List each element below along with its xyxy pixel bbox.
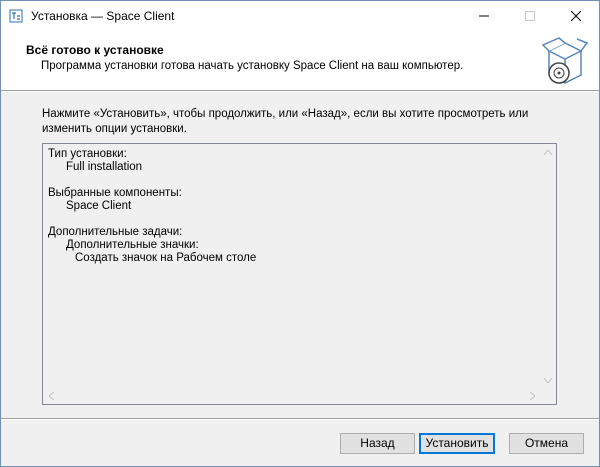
scroll-corner	[540, 388, 556, 404]
horizontal-scrollbar[interactable]	[43, 388, 540, 404]
tasks-item: Создать значок на Рабочем столе	[75, 252, 257, 264]
ready-memo[interactable]: Тип установки: Full installation Выбранн…	[42, 143, 557, 405]
ready-memo-content: Тип установки: Full installation Выбранн…	[48, 148, 256, 265]
scroll-right-icon[interactable]	[524, 388, 540, 404]
installer-app-icon	[9, 9, 23, 23]
header-divider	[1, 90, 599, 92]
tasks-label: Дополнительные задачи:	[48, 226, 183, 238]
maximize-button[interactable]	[507, 1, 553, 32]
scroll-down-icon[interactable]	[540, 372, 556, 388]
instructions-text: Нажмите «Установить», чтобы продолжить, …	[42, 107, 562, 137]
components-value: Space Client	[66, 200, 132, 212]
maximize-icon	[525, 8, 535, 26]
scroll-up-icon[interactable]	[540, 144, 556, 160]
components-label: Выбранные компоненты:	[48, 187, 182, 199]
minimize-icon	[479, 8, 489, 26]
page-subtitle: Программа установки готова начать устано…	[41, 60, 464, 72]
tasks-group: Дополнительные значки:	[66, 239, 199, 251]
cancel-button[interactable]: Отмена	[509, 433, 584, 454]
instructions-line-1: Нажмите «Установить», чтобы продолжить, …	[42, 108, 529, 120]
install-type-label: Тип установки:	[48, 148, 127, 160]
scroll-left-icon[interactable]	[43, 388, 59, 404]
back-button[interactable]: Назад	[340, 433, 415, 454]
vertical-scrollbar[interactable]	[540, 144, 556, 388]
close-button[interactable]	[553, 1, 599, 32]
instructions-line-2: изменить опции установки.	[42, 123, 187, 135]
close-icon	[570, 8, 582, 26]
footer-divider	[1, 418, 599, 420]
install-type-value: Full installation	[66, 161, 143, 173]
window-title: Установка — Space Client	[31, 9, 175, 23]
wizard-header: Всё готово к установке Программа установ…	[1, 32, 599, 90]
installer-window: Установка — Space Client Всё готово к ус…	[0, 0, 600, 467]
install-button[interactable]: Установить	[419, 433, 495, 454]
memo-spacer	[48, 213, 256, 226]
memo-spacer	[48, 174, 256, 187]
minimize-button[interactable]	[461, 1, 507, 32]
page-title: Всё готово к установке	[26, 43, 164, 57]
title-bar[interactable]: Установка — Space Client	[1, 1, 599, 32]
box-with-disc-icon	[541, 37, 589, 89]
